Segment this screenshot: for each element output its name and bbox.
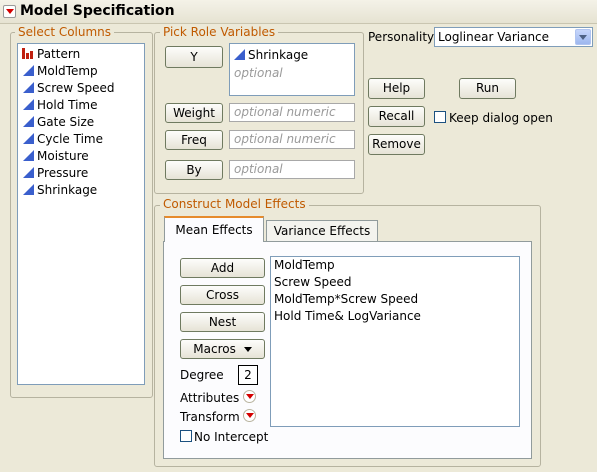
columns-list[interactable]: Pattern MoldTemp Screw Speed Hold Time G…	[17, 43, 145, 385]
personality-value: Loglinear Variance	[438, 30, 550, 44]
by-role-field[interactable]: optional	[229, 160, 355, 179]
degree-label: Degree	[180, 368, 224, 382]
column-item-hold-time[interactable]: Hold Time	[22, 97, 98, 114]
effect-item[interactable]: Hold Time& LogVariance	[274, 308, 421, 325]
nest-button[interactable]: Nest	[180, 312, 265, 332]
continuous-icon	[22, 149, 36, 161]
keep-dialog-open-label: Keep dialog open	[449, 111, 553, 125]
continuous-icon	[22, 183, 36, 195]
outline-disclosure-icon[interactable]	[3, 5, 16, 18]
effect-item[interactable]: MoldTemp*Screw Speed	[274, 291, 418, 308]
y-role-button[interactable]: Y	[165, 46, 223, 68]
cross-button[interactable]: Cross	[180, 285, 265, 305]
remove-button[interactable]: Remove	[368, 134, 425, 155]
nominal-icon	[22, 47, 36, 59]
by-role-button[interactable]: By	[165, 160, 223, 180]
help-button[interactable]: Help	[368, 78, 425, 99]
column-item-shrinkage[interactable]: Shrinkage	[22, 182, 97, 199]
column-item-pattern[interactable]: Pattern	[22, 46, 80, 63]
continuous-icon	[22, 132, 36, 144]
keep-dialog-open-checkbox[interactable]	[434, 111, 446, 123]
attributes-menu-icon[interactable]	[243, 390, 256, 403]
y-role-item[interactable]: Shrinkage	[233, 47, 308, 64]
transform-label: Transform	[180, 410, 240, 424]
freq-role-button[interactable]: Freq	[165, 130, 223, 150]
tab-variance-effects[interactable]: Variance Effects	[266, 220, 378, 241]
attributes-label: Attributes	[180, 391, 240, 405]
continuous-icon	[22, 81, 36, 93]
freq-role-field[interactable]: optional numeric	[229, 130, 355, 149]
personality-select[interactable]: Loglinear Variance	[434, 27, 593, 47]
column-item-cycle-time[interactable]: Cycle Time	[22, 131, 103, 148]
select-columns-legend: Select Columns	[15, 25, 115, 39]
column-item-gate-size[interactable]: Gate Size	[22, 114, 94, 131]
effects-list[interactable]: MoldTemp Screw Speed MoldTemp*Screw Spee…	[270, 256, 520, 427]
column-item-moldtemp[interactable]: MoldTemp	[22, 63, 98, 80]
tab-mean-effects[interactable]: Mean Effects	[164, 216, 264, 242]
effect-item[interactable]: MoldTemp	[274, 257, 335, 274]
continuous-icon	[22, 115, 36, 127]
macros-button[interactable]: Macros	[180, 339, 265, 359]
recall-button[interactable]: Recall	[368, 106, 425, 127]
continuous-icon	[22, 64, 36, 76]
y-role-list[interactable]: Shrinkage optional	[229, 43, 355, 96]
weight-role-field[interactable]: optional numeric	[229, 103, 355, 122]
transform-menu-icon[interactable]	[243, 409, 256, 422]
page-title: Model Specification	[20, 3, 175, 19]
continuous-icon	[22, 166, 36, 178]
outline-header: Model Specification	[0, 0, 597, 24]
macros-button-label: Macros	[193, 342, 236, 356]
caret-down-icon	[243, 347, 252, 352]
no-intercept-checkbox[interactable]	[180, 430, 192, 442]
no-intercept-label: No Intercept	[194, 430, 269, 444]
run-button[interactable]: Run	[459, 78, 516, 99]
pick-roles-legend: Pick Role Variables	[160, 25, 279, 39]
effect-item[interactable]: Screw Speed	[274, 274, 352, 291]
continuous-icon	[22, 98, 36, 110]
degree-input[interactable]: 2	[238, 365, 258, 385]
column-item-moisture[interactable]: Moisture	[22, 148, 89, 165]
weight-role-button[interactable]: Weight	[165, 103, 223, 123]
construct-effects-legend: Construct Model Effects	[160, 197, 309, 211]
personality-label: Personality:	[368, 30, 438, 44]
chevron-down-icon[interactable]	[575, 29, 591, 45]
add-button[interactable]: Add	[180, 258, 265, 278]
column-item-pressure[interactable]: Pressure	[22, 165, 88, 182]
column-item-screw-speed[interactable]: Screw Speed	[22, 80, 115, 97]
continuous-icon	[233, 48, 247, 60]
y-role-placeholder: optional	[234, 66, 283, 80]
